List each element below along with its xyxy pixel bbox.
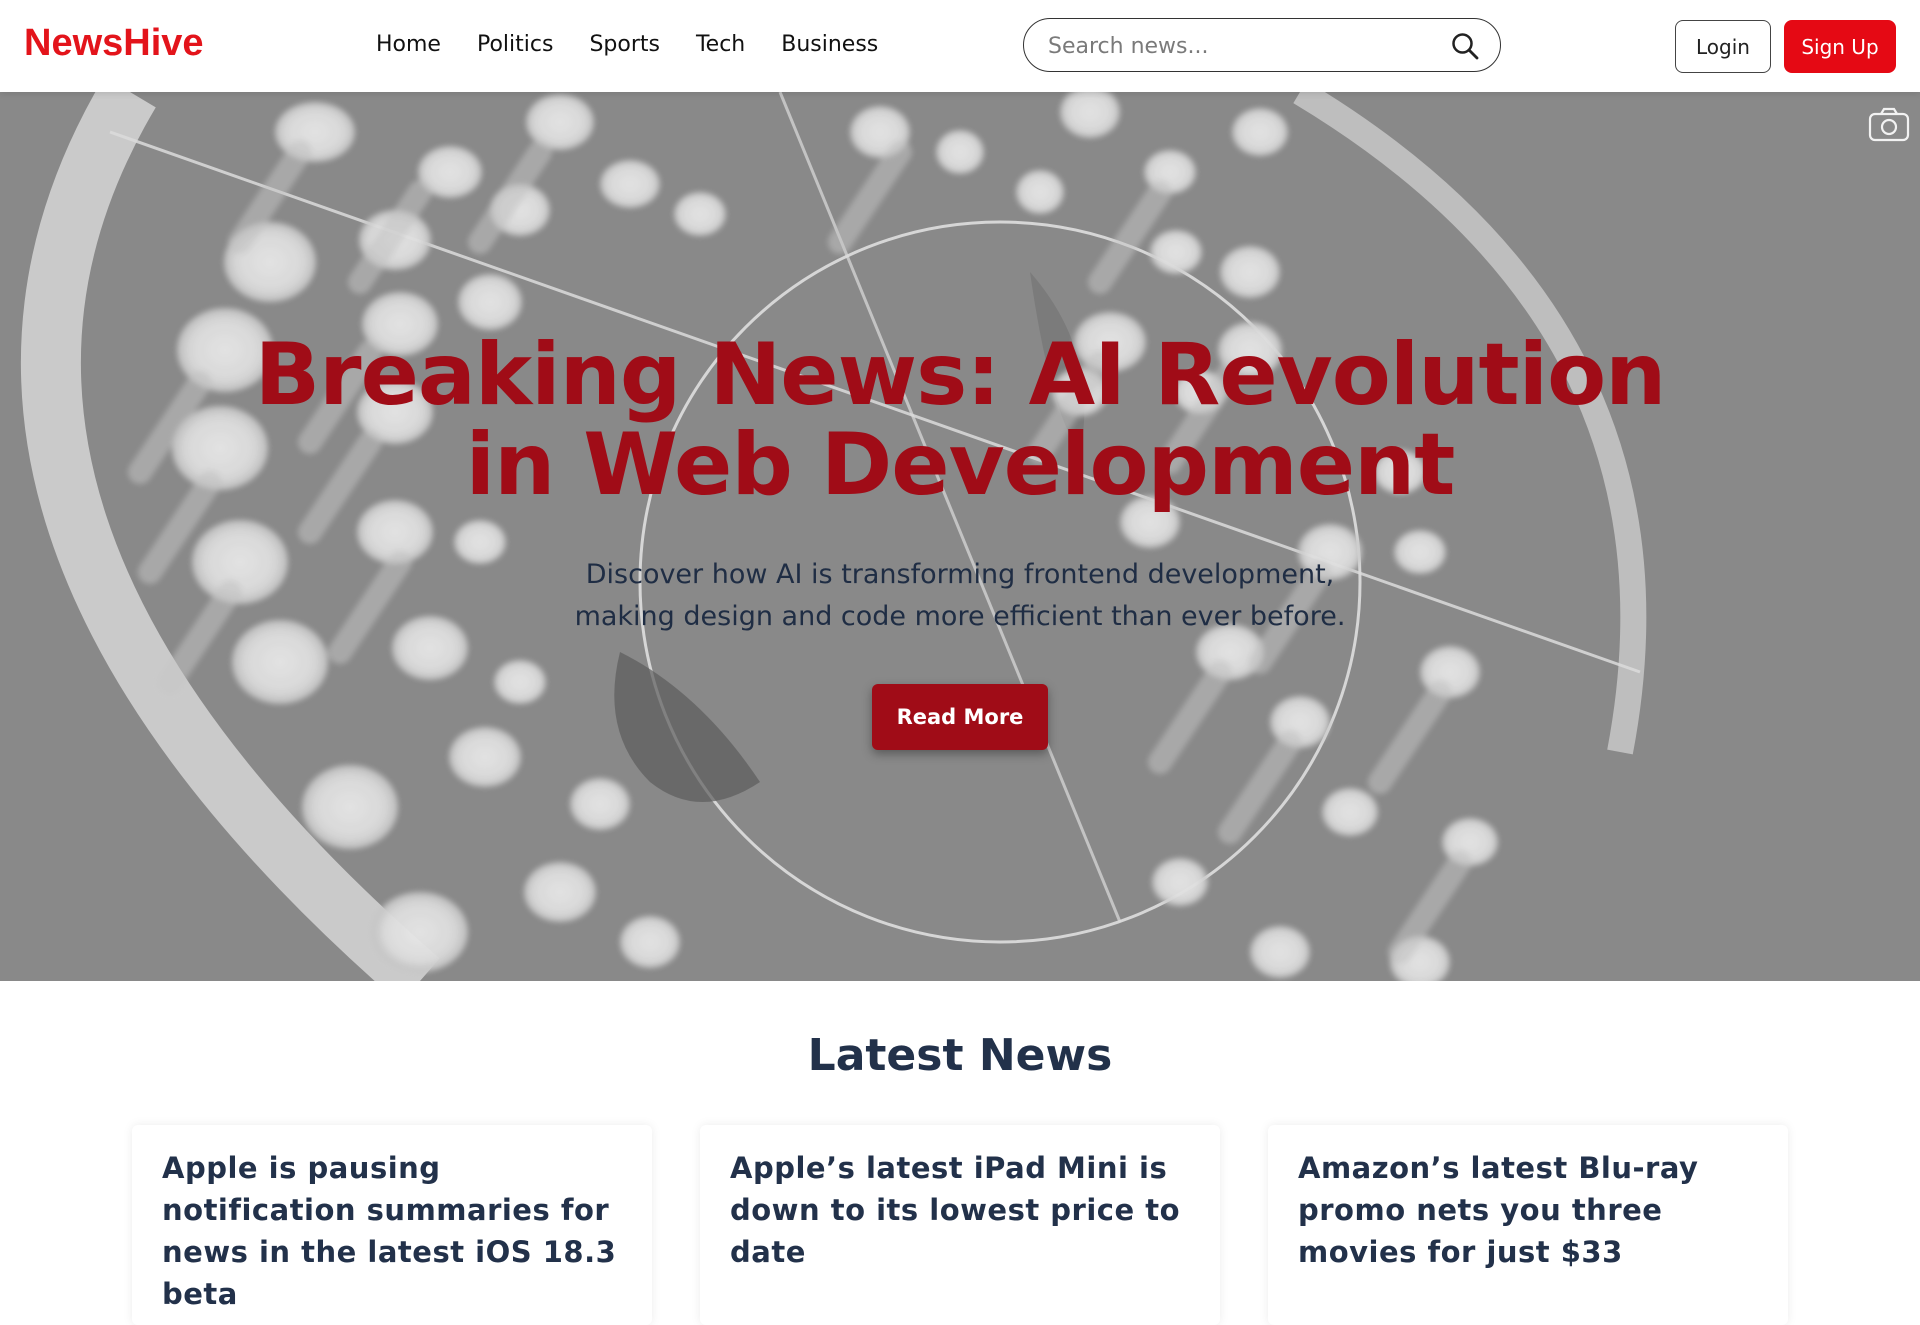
hero-description-line1: Discover how AI is transforming frontend… bbox=[585, 559, 1335, 590]
signup-button[interactable]: Sign Up bbox=[1784, 20, 1896, 73]
camera-icon[interactable] bbox=[1868, 106, 1910, 142]
news-card-title[interactable]: Apple is pausing notification summaries … bbox=[162, 1147, 632, 1315]
site-header: NewsHive Home Politics Sports Tech Busin… bbox=[0, 0, 1920, 92]
hero-background-image bbox=[0, 92, 1920, 981]
nav-tech[interactable]: Tech bbox=[696, 32, 745, 57]
hero-headline[interactable]: Breaking News: AI Revolution in Web Deve… bbox=[0, 330, 1920, 510]
news-card[interactable]: Apple’s latest iPad Mini is down to its … bbox=[700, 1125, 1220, 1325]
read-more-button[interactable]: Read More bbox=[872, 684, 1048, 750]
search-bar bbox=[1023, 18, 1501, 72]
login-button[interactable]: Login bbox=[1675, 20, 1771, 73]
news-card-title[interactable]: Amazon’s latest Blu-ray promo nets you t… bbox=[1298, 1147, 1768, 1273]
nav-sports[interactable]: Sports bbox=[589, 32, 660, 57]
search-icon[interactable] bbox=[1450, 31, 1480, 61]
brand-logo[interactable]: NewsHive bbox=[24, 22, 204, 65]
hero-banner: Breaking News: AI Revolution in Web Deve… bbox=[0, 92, 1920, 981]
hero-headline-line1: Breaking News: AI Revolution bbox=[254, 325, 1667, 425]
nav-home[interactable]: Home bbox=[376, 32, 441, 57]
news-card-list: Apple is pausing notification summaries … bbox=[132, 1125, 1788, 1325]
hero-description: Discover how AI is transforming frontend… bbox=[0, 554, 1920, 638]
hero-description-line2: making design and code more efficient th… bbox=[574, 601, 1346, 632]
search-input[interactable] bbox=[1046, 28, 1430, 64]
main-nav: Home Politics Sports Tech Business bbox=[376, 32, 914, 57]
nav-politics[interactable]: Politics bbox=[477, 32, 553, 57]
news-card[interactable]: Apple is pausing notification summaries … bbox=[132, 1125, 652, 1325]
latest-news-heading: Latest News bbox=[807, 1030, 1113, 1081]
hero-headline-line2: in Web Development bbox=[465, 415, 1456, 515]
nav-business[interactable]: Business bbox=[781, 32, 878, 57]
news-card-title[interactable]: Apple’s latest iPad Mini is down to its … bbox=[730, 1147, 1200, 1273]
news-card[interactable]: Amazon’s latest Blu-ray promo nets you t… bbox=[1268, 1125, 1788, 1325]
